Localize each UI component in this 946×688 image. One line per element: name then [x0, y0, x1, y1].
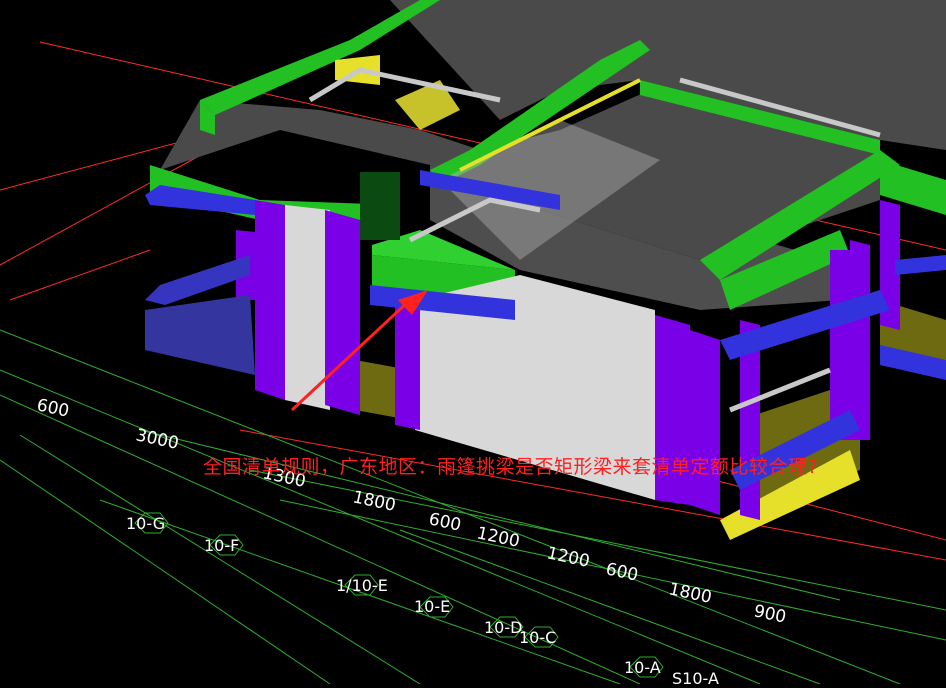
axis-label: 10-E: [414, 597, 450, 616]
axis-label: S10-A: [672, 669, 719, 684]
annotation-question-text: 全国清单规则，广东地区：雨篷挑梁是否矩形梁来套清单定额比较合理?: [203, 456, 819, 478]
dimension-label: 1800: [667, 579, 713, 608]
model-viewport[interactable]: 600 3000 1300 1800 600 1200 1200 600 180…: [0, 0, 946, 688]
dimension-label: 600: [604, 559, 640, 585]
dark-green-column: [360, 172, 400, 240]
dimension-label: 1200: [475, 523, 521, 552]
axis-labels: 10-G 10-F 1/10-E 10-E 10-D 10-C 10-A S10…: [126, 514, 719, 688]
axis-label: 1/10-E: [336, 576, 388, 595]
axis-label: 10-D: [484, 618, 522, 637]
dimension-label: 600: [35, 395, 71, 421]
axis-label: 10-F: [204, 536, 239, 555]
dimension-label: 3000: [134, 425, 180, 454]
dimension-label: 1200: [545, 543, 591, 572]
axis-label: 10-C: [519, 628, 556, 647]
3d-model-canvas[interactable]: 600 3000 1300 1800 600 1200 1200 600 180…: [0, 0, 946, 688]
axis-label: 10-G: [126, 514, 165, 533]
axis-label: 10-A: [624, 658, 661, 677]
dimension-label: 1800: [351, 487, 397, 516]
